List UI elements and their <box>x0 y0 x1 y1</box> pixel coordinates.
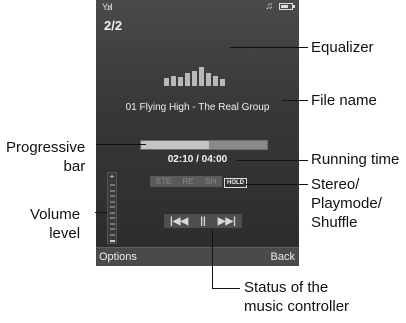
callout-volume-level: Volume level <box>30 205 80 243</box>
callout-progressive-bar: Progressive bar <box>6 138 85 176</box>
equalizer-bar <box>178 77 183 86</box>
next-track-icon[interactable]: ▶▶| <box>218 216 236 227</box>
mode-indicators: STE RE SH <box>150 176 222 187</box>
previous-track-icon[interactable]: |◀◀ <box>170 216 188 227</box>
callout-stereo: Stereo/ Playmode/ Shuffle <box>311 175 382 232</box>
callout-stereo-line-1: Stereo/ <box>311 176 360 193</box>
back-softkey[interactable]: Back <box>271 251 295 263</box>
volume-step <box>110 206 115 208</box>
equalizer-graphic <box>164 64 225 86</box>
callout-progressive-line-1: Progressive <box>6 139 86 156</box>
callout-volume-line-2: level <box>49 225 81 242</box>
callout-status: Status of the music controller <box>244 278 349 316</box>
callout-running-time: Running time <box>311 151 400 168</box>
leader-line-stereo <box>246 184 308 185</box>
volume-step <box>110 217 115 219</box>
volume-step <box>110 184 115 186</box>
callout-stereo-line-2: Playmode/ <box>311 195 382 212</box>
equalizer-bar <box>199 67 204 86</box>
progress-fill <box>141 141 210 149</box>
status-bar: Y.ııl ♫ <box>96 0 299 14</box>
pause-icon[interactable]: || <box>200 216 206 227</box>
volume-plus-icon: + <box>109 172 115 181</box>
equalizer-bar <box>185 73 190 86</box>
equalizer-bar <box>220 79 225 86</box>
volume-step <box>110 228 115 230</box>
volume-step <box>110 200 115 203</box>
equalizer-bar <box>206 73 211 86</box>
leader-line-volume <box>95 212 107 213</box>
phone-screen: Y.ııl ♫ 2/2 01 Flying High - The Real Gr… <box>96 0 299 266</box>
volume-step <box>110 222 115 225</box>
hold-badge: HOLD <box>224 178 247 188</box>
mode-indicator: STE <box>155 177 172 186</box>
volume-step <box>110 233 115 236</box>
volume-step <box>110 195 115 197</box>
mode-indicator: RE <box>182 177 194 186</box>
mode-indicator: SH <box>205 177 217 186</box>
softkey-bar: Options Back <box>96 247 299 266</box>
equalizer-bar <box>213 76 218 86</box>
volume-step <box>110 211 115 214</box>
track-counter: 2/2 <box>104 18 123 33</box>
leader-line-running-time <box>236 160 308 161</box>
battery-icon <box>279 3 295 10</box>
callout-volume-line-1: Volume <box>30 206 81 223</box>
equalizer-bar <box>164 78 169 86</box>
leader-line-equalizer <box>230 47 308 48</box>
equalizer-bar <box>192 71 197 86</box>
file-name: 01 Flying High - The Real Group <box>125 102 270 113</box>
progress-bar[interactable] <box>140 140 268 150</box>
volume-bar[interactable]: + <box>107 172 117 244</box>
leader-line-file-name <box>282 100 308 101</box>
signal-icon: Y.ııl <box>102 2 112 12</box>
callout-file-name: File name <box>311 92 377 109</box>
leader-line-status-vertical <box>212 230 213 288</box>
music-note-icon: ♫ <box>265 1 274 12</box>
volume-step <box>110 189 115 192</box>
options-softkey[interactable]: Options <box>99 251 137 263</box>
callout-progressive-line-2: bar <box>63 158 86 175</box>
callout-status-line-1: Status of the <box>244 279 329 296</box>
music-controller: |◀◀ || ▶▶| <box>164 214 242 228</box>
callout-stereo-line-3: Shuffle <box>311 214 358 231</box>
callout-status-line-2: music controller <box>244 298 350 315</box>
equalizer-bar <box>171 76 176 86</box>
volume-minus-icon <box>108 240 116 242</box>
callout-equalizer: Equalizer <box>311 39 374 56</box>
leader-line-progress <box>96 144 146 145</box>
leader-line-status-horizontal <box>212 288 240 289</box>
